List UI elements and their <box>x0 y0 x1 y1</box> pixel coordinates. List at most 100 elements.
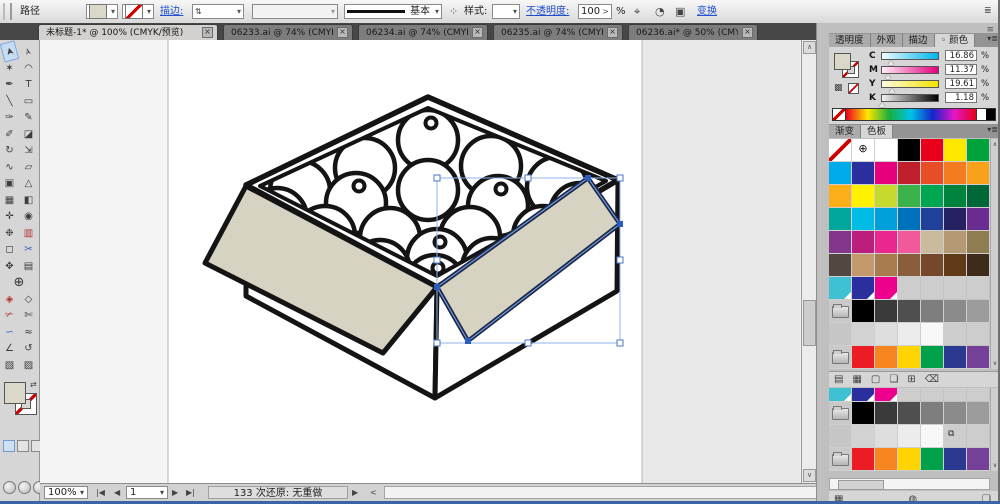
perspective-grid-tool[interactable]: △ <box>19 176 38 191</box>
document-tab-2[interactable]: 06233.ai @ 74% (CMYK...× <box>223 24 353 40</box>
swatch-global-color[interactable] <box>829 277 852 300</box>
vertical-scrollbar[interactable]: ∧ ∨ <box>801 40 816 483</box>
swatch[interactable] <box>898 162 921 185</box>
live-paint-selection-tool[interactable]: ◇ <box>19 292 38 307</box>
swatch[interactable] <box>944 300 967 323</box>
swap-fill-stroke-icon[interactable]: ⇄ <box>30 380 37 389</box>
control-bar-menu-icon[interactable]: ≣ <box>984 4 992 19</box>
swatches2-hscrollbar[interactable] <box>829 478 990 490</box>
swatch[interactable] <box>944 208 967 231</box>
color-group-folder-icon[interactable] <box>829 346 852 369</box>
stroke-weight-combo[interactable]: ⇅ ▾ <box>192 4 244 19</box>
document-tab-5[interactable]: 06236.ai* @ 50% (CMY...× <box>628 24 758 40</box>
swatch[interactable] <box>921 208 944 231</box>
swatch[interactable] <box>967 208 990 231</box>
swatch[interactable] <box>921 231 944 254</box>
color-group-folder-icon[interactable] <box>829 402 852 425</box>
fill-color-swatch[interactable] <box>89 4 107 19</box>
swatch[interactable] <box>944 254 967 277</box>
prev-artboard-button[interactable]: ◀ <box>114 486 120 499</box>
swatch[interactable] <box>875 254 898 277</box>
document-tab-1[interactable]: 未标题-1* @ 100% (CMYK/预览)× <box>38 24 218 40</box>
swatch[interactable] <box>852 185 875 208</box>
color-group-folder-icon[interactable] <box>829 300 852 323</box>
swatch[interactable] <box>898 300 921 323</box>
swatch[interactable] <box>852 323 875 346</box>
swatch-global-color[interactable] <box>875 277 898 300</box>
swatch[interactable] <box>898 254 921 277</box>
swatch-libraries-menu-button[interactable]: ▤ <box>834 374 843 385</box>
color-spectrum-bar[interactable] <box>832 108 996 121</box>
selection-anchor-solid[interactable] <box>434 284 440 290</box>
selection-handle-hollow[interactable] <box>525 175 531 181</box>
select-similar-icon[interactable]: ⌖ <box>634 4 640 19</box>
swatch[interactable] <box>898 231 921 254</box>
column-graph-tool[interactable]: ▥ <box>19 226 38 241</box>
selection-anchor-solid[interactable] <box>617 221 623 227</box>
shape-builder-tool[interactable]: ▣ <box>0 176 19 191</box>
crop-tool[interactable]: ▧ <box>0 358 19 373</box>
stroke-weight-spinner-icon[interactable]: ⇅ <box>195 4 202 19</box>
screen-mode-menubar-button[interactable] <box>18 481 31 494</box>
slice-tool[interactable]: ✂ <box>19 242 38 257</box>
selection-handle-hollow[interactable] <box>617 340 623 346</box>
first-artboard-button[interactable]: |◀ <box>96 486 105 499</box>
selection-handle-hollow[interactable] <box>617 257 623 263</box>
swatch[interactable] <box>898 185 921 208</box>
swatch[interactable] <box>875 425 898 448</box>
channel-slider-bar[interactable] <box>881 94 939 102</box>
swatch[interactable] <box>921 185 944 208</box>
document-tab-3[interactable]: 06234.ai @ 74% (CMYK...× <box>358 24 488 40</box>
fill-color-dropdown[interactable]: ▾ <box>86 4 118 19</box>
close-icon[interactable]: × <box>202 27 213 38</box>
channel-slider-bar[interactable] <box>881 66 939 74</box>
zoom-level-combo[interactable]: 100% ▾ <box>44 486 88 499</box>
swatch[interactable] <box>967 346 990 369</box>
pen-tool[interactable]: ✒ <box>0 77 19 92</box>
type-tool[interactable]: T <box>19 77 38 92</box>
swatch-global-color[interactable] <box>852 388 875 402</box>
horizontal-scrollbar[interactable] <box>384 486 840 499</box>
rectangle-tool[interactable]: ▭ <box>19 94 38 109</box>
scale-tool[interactable]: ⇲ <box>19 143 38 158</box>
last-artboard-button[interactable]: ▶| <box>186 486 195 499</box>
swatch[interactable] <box>829 185 852 208</box>
opacity-value-field[interactable]: 100 > <box>578 4 612 19</box>
spectrum-gradient[interactable] <box>846 109 976 120</box>
gradient-tool[interactable]: ◧ <box>19 193 38 208</box>
swatch[interactable] <box>852 162 875 185</box>
channel-value-field[interactable]: 1.18 <box>945 92 977 103</box>
swatch[interactable] <box>944 448 967 471</box>
slice-selection-tool[interactable]: ▨ <box>19 358 38 373</box>
stroke-color-dropdown[interactable]: ▾ <box>122 4 154 19</box>
selection-tool[interactable]: ➤ <box>0 40 19 62</box>
swatch[interactable] <box>898 402 921 425</box>
panel-tab-渐变[interactable]: 渐变 <box>829 125 861 138</box>
shape-mode-icon[interactable]: ◔ <box>655 4 665 19</box>
swatch[interactable] <box>944 139 967 162</box>
swatch[interactable] <box>852 231 875 254</box>
swatch[interactable] <box>852 254 875 277</box>
blend-tool[interactable]: ◉ <box>19 209 38 224</box>
spectrum-none-swatch[interactable] <box>833 109 846 120</box>
swatches-panel-menu-icon[interactable]: ▾≣ <box>987 125 998 134</box>
artboard-tool[interactable]: ◻ <box>0 242 19 257</box>
swatch[interactable] <box>852 208 875 231</box>
eraser-tool[interactable]: ◪ <box>19 127 38 142</box>
swatch[interactable] <box>967 139 990 162</box>
delete-swatch-button[interactable]: ⌫ <box>925 374 939 385</box>
recolor-artwork-icon[interactable]: ⁘ <box>449 4 458 19</box>
graphic-style-combo[interactable]: ▾ <box>492 4 520 19</box>
stroke-panel-link[interactable]: 描边: <box>160 4 183 19</box>
screen-mode-normal-button[interactable] <box>3 481 16 494</box>
swatch[interactable] <box>921 402 944 425</box>
swatch[interactable] <box>898 323 921 346</box>
swatch[interactable] <box>875 346 898 369</box>
close-icon[interactable]: × <box>472 27 483 38</box>
selection-handle-hollow[interactable] <box>434 257 440 263</box>
swatch[interactable] <box>921 448 944 471</box>
fill-proxy-swatch[interactable] <box>4 382 26 404</box>
swatch[interactable] <box>921 323 944 346</box>
rotate-tool[interactable]: ↻ <box>0 143 19 158</box>
document-options-icon[interactable]: ▣ <box>675 4 685 19</box>
